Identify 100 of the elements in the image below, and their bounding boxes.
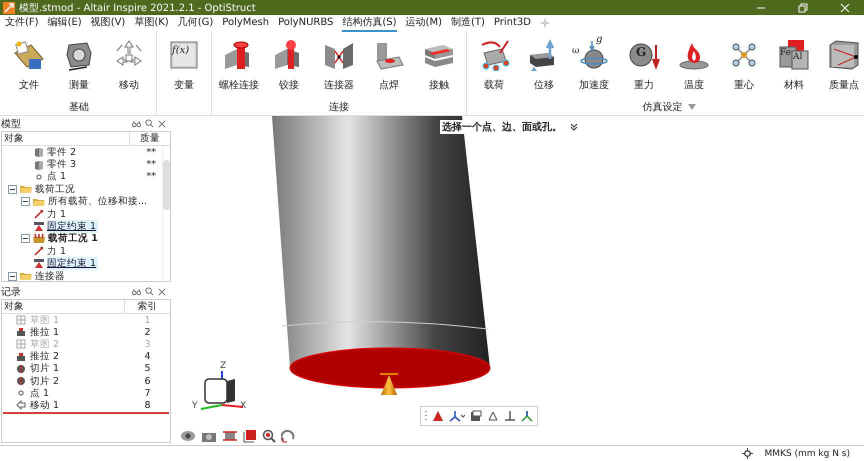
tree-item[interactable]: 载荷工况 1 bbox=[2, 232, 162, 246]
rotate-3d-icon[interactable] bbox=[281, 429, 295, 443]
cube-icon[interactable] bbox=[470, 410, 482, 422]
ribbon-tool-button[interactable]: 铰接 bbox=[264, 31, 314, 99]
menu-tab[interactable]: 制造(T) bbox=[450, 14, 485, 32]
binoculars-icon[interactable] bbox=[132, 288, 141, 296]
zoom-icon[interactable] bbox=[262, 429, 276, 443]
slice-icon bbox=[16, 364, 26, 374]
history-index: 2 bbox=[143, 326, 152, 338]
force-icon bbox=[34, 209, 44, 220]
loadcase-folder-icon bbox=[33, 234, 45, 244]
column-header[interactable]: 对象 bbox=[2, 132, 130, 145]
tree-item[interactable]: 零件 3 ** bbox=[2, 158, 162, 171]
axes-icon[interactable] bbox=[521, 410, 533, 422]
axes-icon[interactable] bbox=[449, 410, 465, 422]
point-icon bbox=[16, 388, 26, 398]
tree-item[interactable]: 固定约束 1 bbox=[2, 220, 162, 233]
tree-item[interactable]: 所有载荷、位移和接... bbox=[2, 196, 162, 208]
folder-icon bbox=[20, 271, 32, 281]
pushpull-icon bbox=[16, 327, 26, 338]
menu-tab[interactable]: PolyMesh bbox=[222, 16, 270, 30]
history-item[interactable]: 切片 1 5 bbox=[2, 362, 170, 375]
ribbon-tool-button[interactable]: 螺栓连接 bbox=[214, 31, 264, 99]
pushpull-icon bbox=[16, 352, 26, 362]
ribbon-tool-button[interactable]: 接触 bbox=[414, 31, 464, 99]
unit-system-label[interactable]: MMKS (mm kg N s) bbox=[764, 448, 850, 458]
section-cut-icon[interactable] bbox=[222, 430, 238, 442]
history-index: 1 bbox=[143, 314, 152, 326]
menu-tab[interactable]: PolyNURBS bbox=[278, 16, 334, 30]
column-header[interactable]: 质量 bbox=[130, 132, 170, 145]
crosshair-icon[interactable] bbox=[742, 448, 752, 459]
history-item[interactable]: 切片 2 6 bbox=[2, 374, 170, 388]
ribbon-tool-button[interactable]: g ω 加速度 bbox=[569, 31, 619, 99]
ribbon-tool-button[interactable]: 连接器 bbox=[314, 31, 364, 99]
ribbon-tool-button[interactable]: f(x) 变量 bbox=[159, 31, 209, 99]
column-header[interactable]: 对象 bbox=[2, 300, 125, 313]
collapse-toggle-icon[interactable] bbox=[21, 197, 30, 206]
eye-icon[interactable] bbox=[180, 430, 196, 442]
menu-tab[interactable]: 结构仿真(S) bbox=[342, 14, 397, 32]
ribbon-tool-button[interactable]: 点焊 bbox=[364, 31, 414, 99]
group-label: 连接 bbox=[329, 100, 349, 114]
ribbon-tool-button[interactable]: 测量 bbox=[54, 31, 104, 99]
menu-tab[interactable]: 文件(F) bbox=[5, 14, 39, 32]
menu-tab[interactable]: 编辑(E) bbox=[48, 14, 82, 32]
close-icon[interactable] bbox=[158, 120, 166, 128]
group-label: 基础 bbox=[69, 100, 89, 114]
history-item[interactable]: 推拉 2 4 bbox=[2, 350, 170, 363]
tree-item[interactable]: 力 1 bbox=[2, 208, 162, 220]
search-icon[interactable] bbox=[145, 287, 154, 296]
group-label: 仿真设定 bbox=[642, 100, 682, 114]
dropdown-caret-icon[interactable] bbox=[688, 104, 696, 110]
panel-title: 模型 bbox=[1, 118, 21, 130]
ribbon-tool-button[interactable]: 质量点 bbox=[819, 31, 864, 99]
camera-icon[interactable] bbox=[201, 430, 217, 442]
cone-marker-icon bbox=[380, 373, 398, 395]
point-icon bbox=[34, 172, 44, 182]
scrollbar[interactable] bbox=[162, 146, 170, 281]
panel-title: 记录 bbox=[1, 286, 21, 298]
menu-tab[interactable]: Print3D bbox=[494, 16, 531, 30]
menu-tab[interactable]: 视图(V) bbox=[90, 14, 126, 32]
support-icon bbox=[34, 258, 44, 269]
history-item[interactable]: 点 1 7 bbox=[2, 387, 170, 400]
collapse-toggle-icon[interactable] bbox=[21, 234, 30, 244]
slice-icon bbox=[16, 376, 26, 386]
ribbon-tool-button[interactable]: 重心 bbox=[719, 31, 769, 99]
tree-item[interactable]: 载荷工况 bbox=[2, 183, 162, 196]
cone-icon[interactable] bbox=[432, 410, 444, 422]
tree-item[interactable]: 点 1 ** bbox=[2, 170, 162, 184]
ribbon-tool-button[interactable]: 载荷 bbox=[469, 31, 519, 99]
ribbon-tool-button[interactable]: G 重力 bbox=[619, 31, 669, 99]
history-index: 3 bbox=[143, 338, 152, 350]
ribbon-tool-button[interactable]: Fe Al 材料 bbox=[769, 31, 819, 99]
icon-label: ω bbox=[572, 47, 580, 56]
search-icon[interactable] bbox=[145, 119, 154, 128]
close-icon[interactable] bbox=[158, 288, 166, 296]
history-index: 5 bbox=[143, 363, 152, 374]
perpendicular-icon[interactable] bbox=[504, 410, 516, 422]
box-select-icon[interactable] bbox=[243, 429, 257, 443]
menu-tab[interactable]: 几何(G) bbox=[178, 14, 214, 32]
history-item[interactable]: 移动 1 8 bbox=[2, 399, 170, 412]
history-index: 6 bbox=[143, 376, 152, 387]
history-item[interactable]: 推拉 1 2 bbox=[2, 326, 170, 338]
double-chevron-icon[interactable] bbox=[570, 123, 578, 131]
ribbon-tool-button[interactable]: 文件 bbox=[4, 31, 54, 99]
collapse-toggle-icon[interactable] bbox=[8, 272, 17, 281]
icon-label: G bbox=[636, 46, 646, 58]
binoculars-icon[interactable] bbox=[132, 120, 141, 128]
icon-label: f(x) bbox=[172, 46, 190, 56]
ribbon-tool-button[interactable]: 移动 bbox=[104, 31, 154, 99]
restore-icon[interactable] bbox=[798, 2, 808, 12]
tree-item[interactable]: 零件 2 ** bbox=[2, 146, 162, 158]
column-header[interactable]: 索引 bbox=[125, 300, 170, 313]
collapse-toggle-icon[interactable] bbox=[8, 184, 17, 194]
ribbon-tool-button[interactable]: 位移 bbox=[519, 31, 569, 99]
ribbon-tool-button[interactable]: 温度 bbox=[669, 31, 719, 99]
menu-tab[interactable]: 运动(M) bbox=[406, 14, 442, 32]
tree-item[interactable]: 连接器 bbox=[2, 270, 162, 281]
menu-tab[interactable]: 草图(K) bbox=[134, 14, 169, 32]
tree-item[interactable]: 固定约束 1 bbox=[2, 258, 162, 270]
tree-item[interactable]: 力 1 bbox=[2, 245, 162, 258]
